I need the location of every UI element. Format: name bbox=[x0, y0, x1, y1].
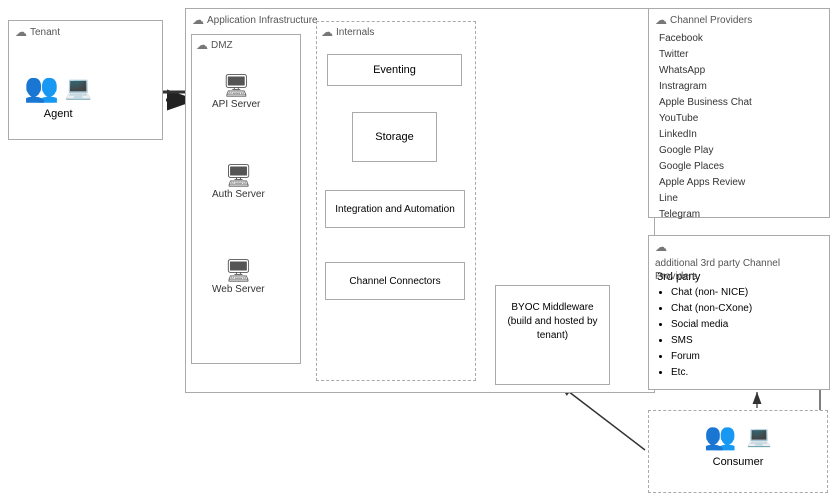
auth-server-icon: 🖥 bbox=[224, 165, 252, 187]
eventing-box: Eventing bbox=[327, 54, 462, 86]
diagram: ☁ Tenant 👥 💻 Agent ☁ Application Infrast… bbox=[0, 0, 838, 501]
cloud-icon-tenant: ☁ bbox=[15, 25, 27, 39]
list-item: Forum bbox=[671, 349, 829, 365]
list-item: YouTube bbox=[659, 111, 829, 127]
auth-server-block: 🖥 Auth Server bbox=[212, 165, 265, 200]
consumer-person-icon: 👥 bbox=[704, 421, 736, 452]
additional-label: ☁ additional 3rd party Channel Providers bbox=[655, 240, 825, 283]
list-item: Apple Apps Review bbox=[659, 175, 829, 191]
eventing-label: Eventing bbox=[373, 64, 416, 76]
internals-title: Internals bbox=[336, 27, 374, 38]
channel-providers-title: Channel Providers bbox=[670, 15, 752, 26]
agent-label: Agent bbox=[44, 108, 73, 120]
dmz-box: ☁ DMZ 🖥 API Server 🖥 Auth Server 🖥 Web S… bbox=[191, 34, 301, 364]
cloud-icon-cp: ☁ bbox=[655, 13, 667, 27]
list-item: LinkedIn bbox=[659, 127, 829, 143]
channel-providers-list: Facebook Twitter WhatsApp Instragram App… bbox=[649, 31, 829, 223]
cloud-icon-additional: ☁ bbox=[655, 240, 667, 254]
auth-server-label: Auth Server bbox=[212, 189, 265, 200]
list-item: Social media bbox=[671, 317, 829, 333]
list-item: Instragram bbox=[659, 79, 829, 95]
list-item: Facebook bbox=[659, 31, 829, 47]
channel-providers-label: ☁ Channel Providers bbox=[655, 13, 752, 27]
channel-providers-box: ☁ Channel Providers Facebook Twitter Wha… bbox=[648, 8, 830, 218]
web-server-block: 🖥 Web Server bbox=[212, 260, 265, 295]
tenant-label: ☁ Tenant bbox=[15, 25, 60, 39]
channel-connectors-box: Channel Connectors bbox=[325, 262, 465, 300]
agent-block: 👥 💻 Agent bbox=[24, 51, 92, 120]
list-item: Twitter bbox=[659, 47, 829, 63]
additional-title: additional 3rd party Channel Providers bbox=[655, 257, 825, 283]
list-item: Chat (non-CXone) bbox=[671, 301, 829, 317]
byoc-label: BYOC Middleware (build and hosted by ten… bbox=[501, 301, 604, 343]
consumer-label: Consumer bbox=[649, 456, 827, 468]
list-item: Google Places bbox=[659, 159, 829, 175]
list-item: SMS bbox=[671, 333, 829, 349]
cloud-icon-infra: ☁ bbox=[192, 13, 204, 27]
tenant-box: ☁ Tenant 👥 💻 Agent bbox=[8, 20, 163, 140]
web-server-label: Web Server bbox=[212, 284, 265, 295]
dmz-title: DMZ bbox=[211, 40, 233, 51]
internals-label: ☁ Internals bbox=[321, 25, 374, 39]
list-item: Line bbox=[659, 191, 829, 207]
api-server-label: API Server bbox=[212, 99, 260, 110]
api-server-block: 🖥 API Server bbox=[212, 75, 260, 110]
byoc-box: BYOC Middleware (build and hosted by ten… bbox=[495, 285, 610, 385]
consumer-laptop-icon: 💻 bbox=[747, 424, 772, 449]
agent-laptop-icon: 💻 bbox=[65, 75, 92, 101]
additional-box: ☁ additional 3rd party Channel Providers… bbox=[648, 235, 830, 390]
storage-box: Storage bbox=[352, 112, 437, 162]
channel-connectors-label: Channel Connectors bbox=[349, 276, 440, 287]
list-item: Chat (non- NICE) bbox=[671, 285, 829, 301]
list-item: Telegram bbox=[659, 207, 829, 223]
list-item: WhatsApp bbox=[659, 63, 829, 79]
cloud-icon-internals: ☁ bbox=[321, 25, 333, 39]
integration-box: Integration and Automation bbox=[325, 190, 465, 228]
list-item: Etc. bbox=[671, 365, 829, 381]
app-infra-label: ☁ Application Infrastructure bbox=[192, 13, 318, 27]
integration-label: Integration and Automation bbox=[335, 204, 455, 215]
api-server-icon: 🖥 bbox=[222, 75, 250, 97]
cloud-icon-dmz: ☁ bbox=[196, 38, 208, 52]
storage-label: Storage bbox=[375, 131, 414, 143]
list-item: Google Play bbox=[659, 143, 829, 159]
agent-person-icon: 👥 bbox=[24, 71, 59, 104]
tenant-title: Tenant bbox=[30, 27, 60, 38]
internals-box: ☁ Internals Eventing Storage Integration… bbox=[316, 21, 476, 381]
consumer-box: 👥 💻 Consumer bbox=[648, 410, 828, 493]
app-infra-title: Application Infrastructure bbox=[207, 15, 318, 26]
dmz-label: ☁ DMZ bbox=[196, 38, 233, 52]
web-server-icon: 🖥 bbox=[224, 260, 252, 282]
list-item: Apple Business Chat bbox=[659, 95, 829, 111]
additional-list: Chat (non- NICE) Chat (non-CXone) Social… bbox=[649, 285, 829, 381]
